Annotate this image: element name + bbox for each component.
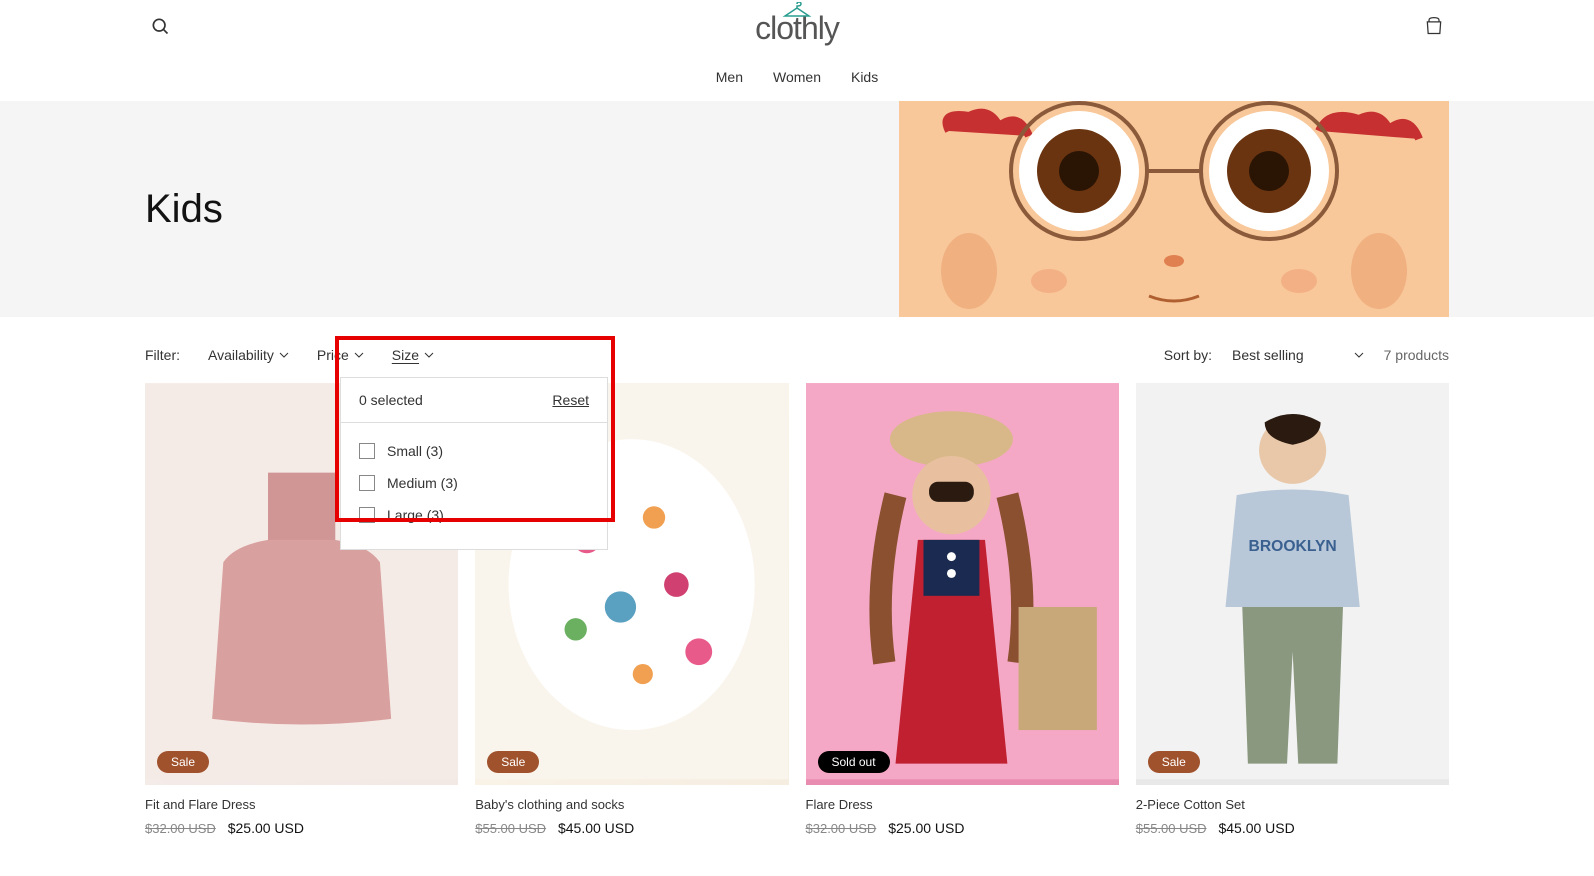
sale-badge: Sale [1148,751,1200,773]
product-title: Fit and Flare Dress [145,797,458,812]
svg-text:BROOKLYN: BROOKLYN [1248,538,1336,555]
nav-kids[interactable]: Kids [851,69,878,85]
filter-price[interactable]: Price [317,347,364,363]
search-icon[interactable] [150,16,170,41]
product-prices: $32.00 USD $25.00 USD [145,820,458,836]
soldout-badge: Sold out [818,751,890,773]
sale-badge: Sale [487,751,539,773]
price-old: $32.00 USD [145,821,216,836]
product-title: 2-Piece Cotton Set [1136,797,1449,812]
product-prices: $55.00 USD $45.00 USD [1136,820,1449,836]
price-new: $45.00 USD [558,820,634,836]
reset-button[interactable]: Reset [552,392,589,408]
page-title: Kids [145,187,223,232]
product-card[interactable]: BROOKLYN Sale 2-Piece Cotton Set $55.00 … [1136,383,1449,836]
hero-banner: Kids [0,101,1594,317]
size-option-large[interactable]: Large (3) [359,499,589,531]
filter-size[interactable]: Size [392,347,434,363]
price-old: $55.00 USD [1136,821,1207,836]
selected-count: 0 selected [359,392,423,408]
size-dropdown: 0 selected Reset Small (3) Medium (3) La… [340,377,608,550]
nav-men[interactable]: Men [716,69,743,85]
product-title: Flare Dress [806,797,1119,812]
price-new: $45.00 USD [1218,820,1294,836]
nav-women[interactable]: Women [773,69,821,85]
product-image: BROOKLYN Sale [1136,383,1449,785]
price-new: $25.00 USD [888,820,964,836]
price-old: $32.00 USD [806,821,877,836]
filter-availability[interactable]: Availability [208,347,289,363]
hero-image [899,101,1449,317]
chevron-down-icon [279,350,289,360]
main-nav: Men Women Kids [0,57,1594,101]
price-new: $25.00 USD [228,820,304,836]
size-option-small[interactable]: Small (3) [359,435,589,467]
checkbox[interactable] [359,475,375,491]
price-old: $55.00 USD [475,821,546,836]
product-prices: $55.00 USD $45.00 USD [475,820,788,836]
checkbox[interactable] [359,443,375,459]
cart-icon[interactable] [1424,16,1444,41]
chevron-down-icon [354,350,364,360]
checkbox[interactable] [359,507,375,523]
product-title: Baby's clothing and socks [475,797,788,812]
product-prices: $32.00 USD $25.00 USD [806,820,1119,836]
size-option-medium[interactable]: Medium (3) [359,467,589,499]
product-image: Sold out [806,383,1119,785]
filter-label: Filter: [145,347,180,363]
product-count: 7 products [1384,347,1449,363]
sale-badge: Sale [157,751,209,773]
product-card[interactable]: Sold out Flare Dress $32.00 USD $25.00 U… [806,383,1119,836]
chevron-down-icon [424,350,434,360]
sort-label: Sort by: [1164,347,1212,363]
logo[interactable]: clothly [755,10,839,47]
sort-select[interactable]: Best selling [1232,347,1364,363]
chevron-down-icon [1354,350,1364,360]
